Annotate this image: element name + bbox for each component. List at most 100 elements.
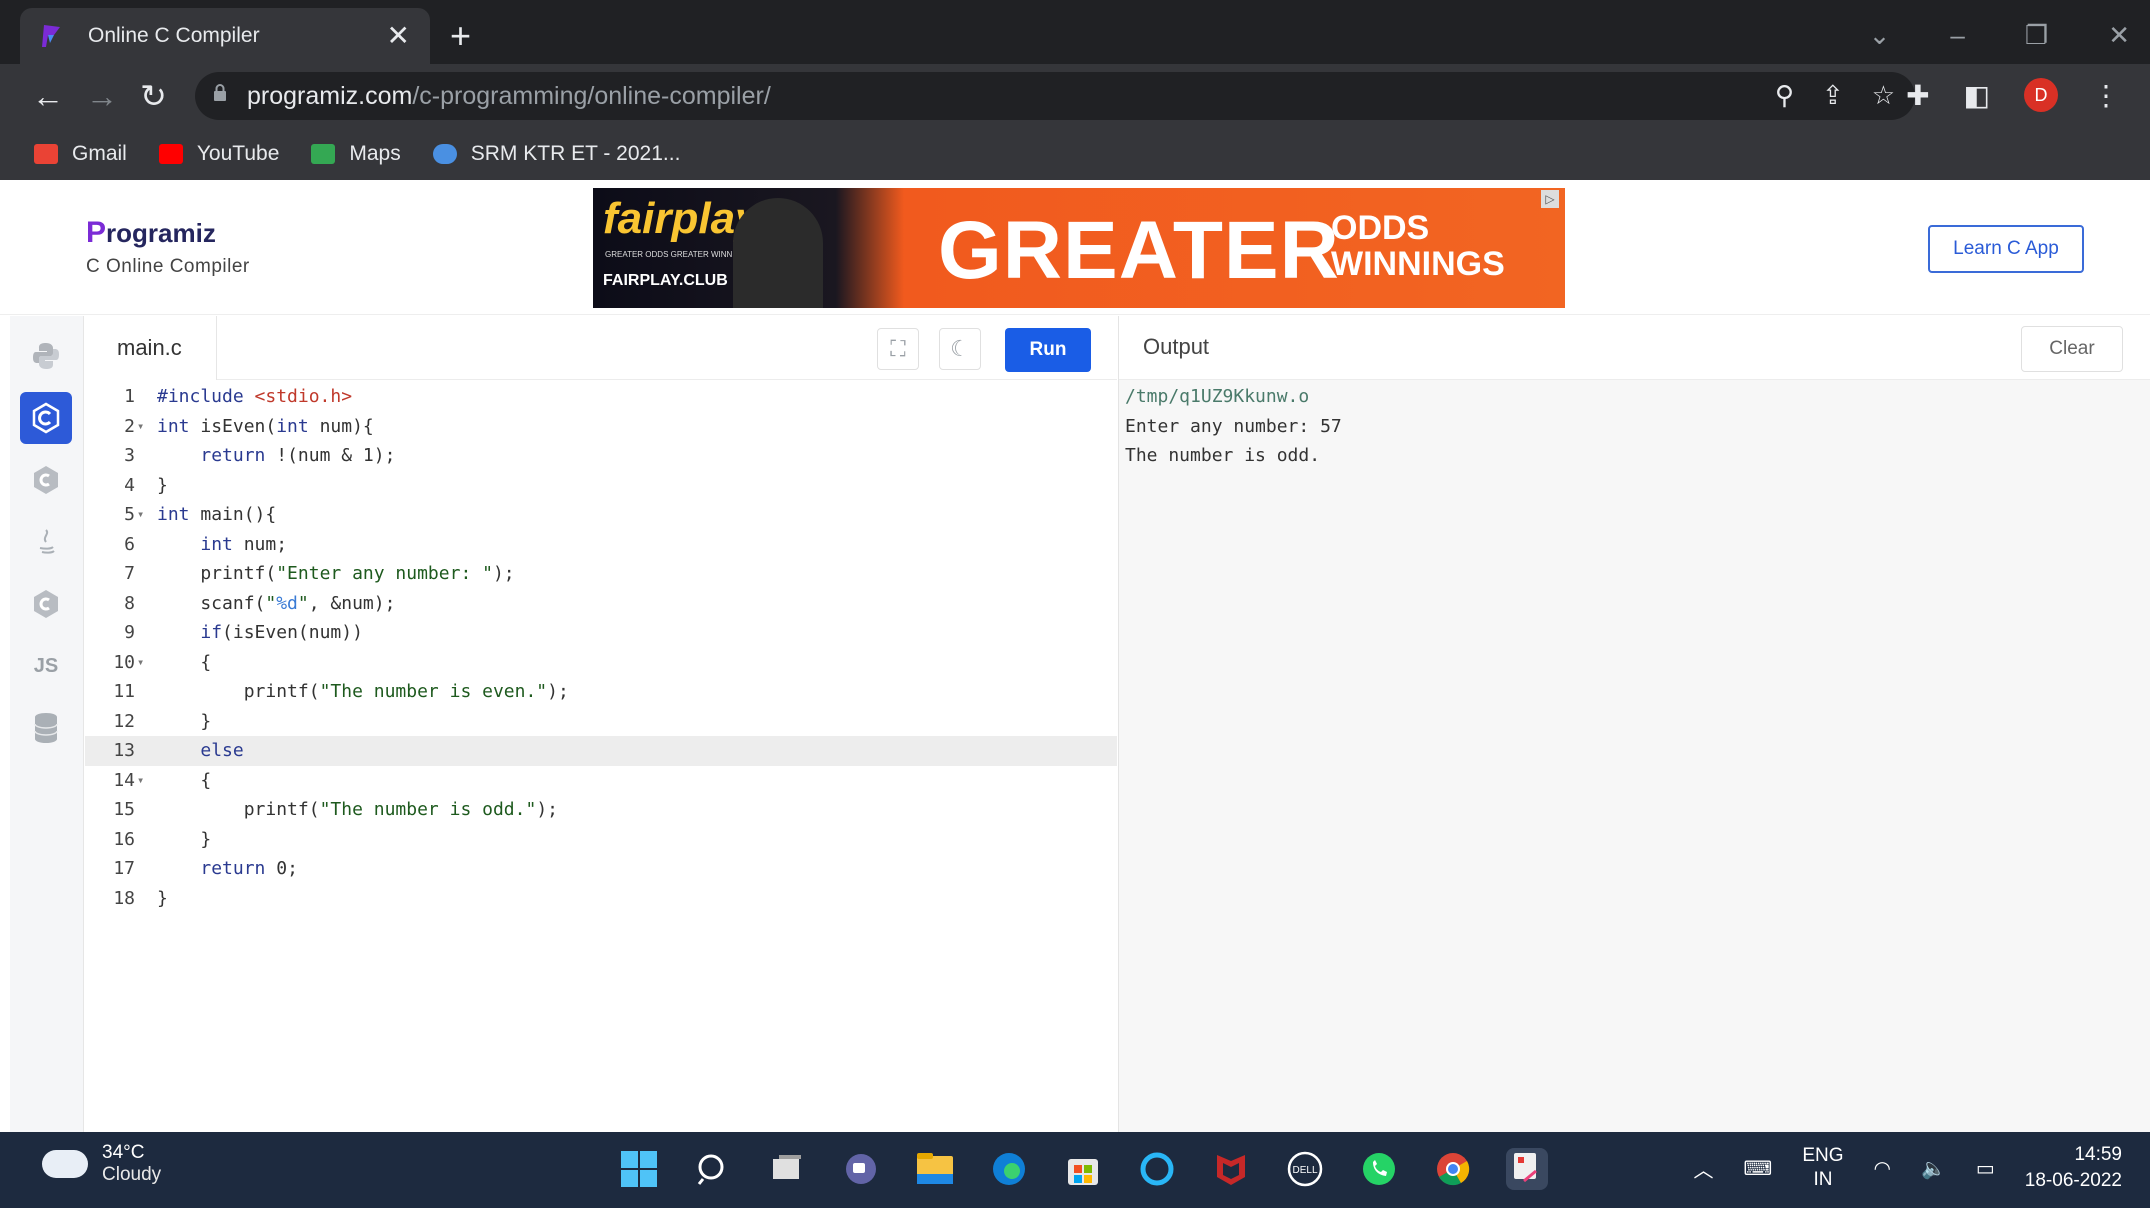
weather-widget[interactable]: 34°C Cloudy xyxy=(42,1142,161,1186)
wifi-icon[interactable]: ◠ xyxy=(1874,1156,1891,1181)
programiz-favicon-icon xyxy=(42,25,60,47)
c-language-icon[interactable] xyxy=(20,392,72,444)
line-number: 7 xyxy=(124,563,135,584)
forward-icon[interactable]: → xyxy=(86,78,118,114)
date: 18-06-2022 xyxy=(2024,1170,2122,1191)
dell-icon[interactable]: DELL xyxy=(1284,1148,1326,1190)
ad-headline: GREATER xyxy=(938,205,1340,296)
code-line[interactable]: 12 } xyxy=(85,707,1117,737)
search-icon[interactable] xyxy=(692,1148,734,1190)
code-line[interactable]: 18} xyxy=(85,884,1117,914)
code-line[interactable]: 11 printf("The number is even."); xyxy=(85,677,1117,707)
cortana-icon[interactable] xyxy=(1136,1148,1178,1190)
bookmark-label: Gmail xyxy=(72,142,127,165)
csharp-icon[interactable] xyxy=(20,578,72,630)
battery-icon[interactable]: ▭ xyxy=(1976,1156,1995,1181)
bookmark-star-icon[interactable]: ☆ xyxy=(1872,80,1895,111)
file-tab-main-c[interactable]: main.c xyxy=(85,316,217,380)
chevron-up-icon[interactable]: ︿ xyxy=(1693,1154,1713,1183)
code-line[interactable]: 17 return 0; xyxy=(85,854,1117,884)
reload-icon[interactable]: ↻ xyxy=(140,78,167,114)
fold-arrow-icon[interactable]: ▾ xyxy=(137,500,144,530)
browser-tab[interactable]: Online C Compiler ✕ xyxy=(20,8,430,64)
code-line[interactable]: 13 else xyxy=(85,736,1117,766)
javascript-icon[interactable]: JS xyxy=(20,640,72,692)
close-window-icon[interactable]: ✕ xyxy=(2108,20,2130,51)
code-text: return !(num & 1); xyxy=(200,445,396,466)
bookmark-gmail[interactable]: Gmail xyxy=(34,142,127,166)
code-text: #include <stdio.h> xyxy=(157,386,353,407)
restore-icon[interactable]: ❐ xyxy=(2025,20,2048,51)
extensions-icon[interactable]: ✚ xyxy=(1906,79,1929,112)
code-line[interactable]: 1 #include <stdio.h> xyxy=(85,382,1117,412)
code-line[interactable]: 3 return !(num & 1); xyxy=(85,441,1117,471)
minimize-icon[interactable]: – xyxy=(1950,20,1964,51)
fold-arrow-icon[interactable]: ▾ xyxy=(137,412,144,442)
bookmark-youtube[interactable]: YouTube xyxy=(158,142,280,166)
ad-banner[interactable]: fairplay GREATER ODDS GREATER WINNINGS F… xyxy=(593,188,1565,308)
edge-browser-icon[interactable] xyxy=(988,1148,1030,1190)
chrome-icon[interactable] xyxy=(1432,1148,1474,1190)
snipping-tool-icon[interactable] xyxy=(1506,1148,1548,1190)
whatsapp-icon[interactable] xyxy=(1358,1148,1400,1190)
code-line[interactable]: 4} xyxy=(85,471,1117,501)
fold-arrow-icon[interactable]: ▾ xyxy=(137,766,144,796)
run-button[interactable]: Run xyxy=(1005,328,1091,372)
menu-kebab-icon[interactable]: ⋮ xyxy=(2092,79,2120,112)
code-line[interactable]: 15 printf("The number is odd."); xyxy=(85,795,1117,825)
sql-database-icon[interactable] xyxy=(20,702,72,754)
code-text: } xyxy=(157,474,168,496)
keyboard-icon[interactable]: ⌨ xyxy=(1743,1156,1772,1181)
zoom-icon[interactable]: ⚲ xyxy=(1775,80,1794,111)
teams-chat-icon[interactable] xyxy=(840,1148,882,1190)
bookmark-label: SRM KTR ET - 2021... xyxy=(470,142,681,165)
language-indicator[interactable]: ENG IN xyxy=(1802,1144,1843,1192)
microsoft-store-icon[interactable] xyxy=(1062,1148,1104,1190)
bookmark-srm[interactable]: SRM KTR ET - 2021... xyxy=(432,142,681,166)
code-line[interactable]: 2 ▾ int isEven(int num){ xyxy=(85,412,1117,442)
address-bar[interactable]: programiz.com/c-programming/online-compi… xyxy=(195,72,1915,120)
cpp-icon[interactable] xyxy=(20,454,72,506)
code-line[interactable]: 6 int num; xyxy=(85,530,1117,560)
file-explorer-icon[interactable] xyxy=(914,1148,956,1190)
line-number: 1 xyxy=(124,386,135,407)
url-path: /c-programming/online-compiler/ xyxy=(412,82,771,110)
programiz-logo[interactable]: Programiz C Online Compiler xyxy=(86,216,250,278)
code-line[interactable]: 10 ▾ { xyxy=(85,648,1117,678)
side-panel-icon[interactable]: ◧ xyxy=(1964,79,1990,112)
mcafee-icon[interactable] xyxy=(1210,1148,1252,1190)
back-icon[interactable]: ← xyxy=(32,78,64,114)
share-icon[interactable]: ⇪ xyxy=(1822,80,1844,111)
code-line[interactable]: 14 ▾ { xyxy=(85,766,1117,796)
ad-choices-icon[interactable]: ▷ xyxy=(1541,190,1559,208)
code-line[interactable]: 16 } xyxy=(85,825,1117,855)
bookmark-label: YouTube xyxy=(196,142,280,165)
code-area[interactable]: 1 #include <stdio.h> 2 ▾ int isEven(int num)… xyxy=(85,382,1117,913)
line-number: 3 xyxy=(124,445,135,466)
output-console[interactable]: /tmp/q1UZ9Kkunw.o Enter any number: 57 The… xyxy=(1125,382,1342,471)
task-view-icon[interactable] xyxy=(766,1148,808,1190)
profile-avatar[interactable]: D xyxy=(2024,78,2058,112)
tab-close-icon[interactable]: ✕ xyxy=(387,22,410,50)
java-icon[interactable] xyxy=(20,516,72,568)
code-line[interactable]: 8 scanf("%d", &num); xyxy=(85,589,1117,619)
code-line[interactable]: 9 if(isEven(num)) xyxy=(85,618,1117,648)
clock[interactable]: 14:59 18-06-2022 xyxy=(2025,1142,2122,1194)
bookmark-maps[interactable]: Maps xyxy=(311,142,401,166)
windows-start-icon[interactable] xyxy=(618,1148,660,1190)
code-line[interactable]: 5 ▾ int main(){ xyxy=(85,500,1117,530)
code-line[interactable]: 7 printf("Enter any number: "); xyxy=(85,559,1117,589)
code-text: { xyxy=(157,769,212,791)
learn-c-app-button[interactable]: Learn C App xyxy=(1928,225,2084,273)
line-number: 18 xyxy=(113,887,135,909)
new-tab-button[interactable]: + xyxy=(450,18,471,54)
clear-button[interactable]: Clear xyxy=(2021,326,2123,372)
url-host: programiz.com xyxy=(247,82,413,110)
fold-arrow-icon[interactable]: ▾ xyxy=(137,648,144,678)
volume-icon[interactable]: 🔈 xyxy=(1921,1156,1946,1181)
python-icon[interactable] xyxy=(20,330,72,382)
tab-search-icon[interactable]: ⌄ xyxy=(1869,20,1891,51)
omnibox-actions: ⚲ ⇪ ☆ xyxy=(1775,80,1895,111)
fullscreen-icon[interactable]: ⛶ xyxy=(877,328,919,370)
dark-mode-moon-icon[interactable]: ☾ xyxy=(939,328,981,370)
